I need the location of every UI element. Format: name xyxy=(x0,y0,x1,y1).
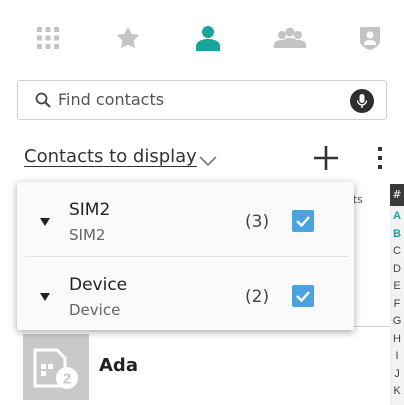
account-count: (3) xyxy=(245,212,270,232)
more-vert-icon xyxy=(378,147,382,169)
account-subtitle: SIM2 xyxy=(69,226,106,244)
account-title: Device xyxy=(69,275,128,295)
tab-contacts[interactable] xyxy=(186,18,230,58)
contact-name: Ada xyxy=(99,355,138,376)
filter-row: Contacts to display xyxy=(0,138,404,178)
sim-card-icon: 2 xyxy=(33,348,78,389)
checkmark-icon xyxy=(296,291,310,303)
tab-groups[interactable] xyxy=(268,18,312,58)
checkmark-icon xyxy=(296,216,310,228)
person-icon xyxy=(196,25,220,51)
index-letter[interactable]: I xyxy=(390,350,404,362)
top-tab-bar xyxy=(0,0,404,72)
star-icon xyxy=(115,25,141,51)
expand-caret-icon[interactable] xyxy=(39,212,51,231)
account-filter-popup: SIM2 SIM2 (3) Device Device (2) xyxy=(17,182,354,330)
tab-dialpad[interactable] xyxy=(26,18,70,58)
index-letter[interactable]: E xyxy=(390,280,404,292)
group-icon xyxy=(274,26,306,50)
account-checkbox[interactable] xyxy=(292,285,314,307)
account-count: (2) xyxy=(245,287,270,307)
avatar-badge: 2 xyxy=(63,371,71,388)
index-letter[interactable]: C xyxy=(390,245,404,257)
contact-list-item[interactable]: 2 Ada xyxy=(0,330,390,405)
account-row-device[interactable]: Device Device (2) xyxy=(17,257,354,331)
index-letter[interactable]: B xyxy=(390,228,404,240)
chevron-down-icon[interactable] xyxy=(199,152,217,171)
contacts-to-display-dropdown[interactable]: Contacts to display xyxy=(24,146,197,167)
tab-profile[interactable] xyxy=(348,18,392,58)
more-options-button[interactable] xyxy=(370,144,390,172)
tab-favorites[interactable] xyxy=(106,18,150,58)
index-letter[interactable]: G xyxy=(390,315,404,327)
add-contact-button[interactable] xyxy=(312,144,340,172)
index-header: # xyxy=(390,184,404,206)
index-letter[interactable]: D xyxy=(390,263,404,275)
shield-person-icon xyxy=(358,25,382,51)
sim-contact-avatar: 2 xyxy=(23,334,89,400)
search-bar[interactable]: Find contacts xyxy=(17,80,387,120)
search-placeholder: Find contacts xyxy=(58,90,165,109)
expand-caret-icon[interactable] xyxy=(39,287,51,306)
microphone-icon[interactable] xyxy=(350,89,374,113)
account-subtitle: Device xyxy=(69,301,121,319)
index-letter[interactable]: K xyxy=(390,385,404,397)
index-letter[interactable]: F xyxy=(390,298,404,310)
search-icon xyxy=(35,92,51,112)
index-letter[interactable]: A xyxy=(390,210,404,222)
index-letter[interactable]: J xyxy=(390,368,404,380)
index-letter[interactable]: H xyxy=(390,333,404,345)
apps-grid-icon xyxy=(37,27,59,49)
account-checkbox[interactable] xyxy=(292,210,314,232)
plus-icon xyxy=(314,146,338,170)
alphabet-index[interactable]: # ABCDEFGHIJK xyxy=(390,184,404,405)
account-title: SIM2 xyxy=(69,200,111,220)
account-row-sim2[interactable]: SIM2 SIM2 (3) xyxy=(17,182,354,256)
